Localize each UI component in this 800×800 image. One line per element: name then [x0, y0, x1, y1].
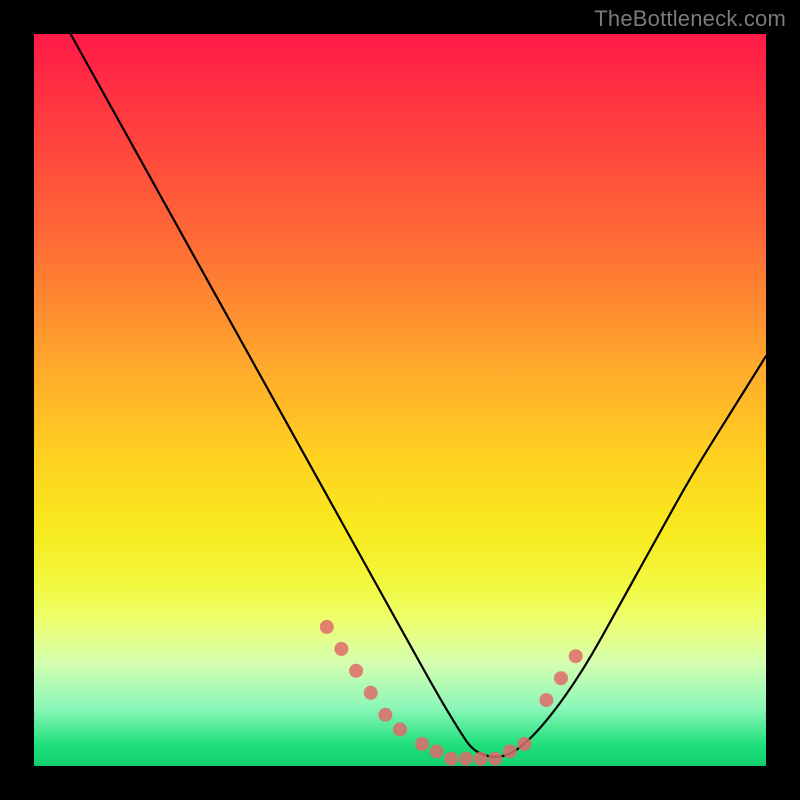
highlight-marker [488, 752, 502, 766]
highlight-marker [459, 752, 473, 766]
curve-svg [34, 34, 766, 766]
highlight-marker [349, 664, 363, 678]
highlight-marker [430, 744, 444, 758]
highlight-marker [444, 752, 458, 766]
highlight-marker [364, 686, 378, 700]
highlight-marker [393, 722, 407, 736]
highlight-marker [474, 752, 488, 766]
highlight-marker [334, 642, 348, 656]
chart-frame: TheBottleneck.com [0, 0, 800, 800]
highlight-marker [569, 649, 583, 663]
highlight-marker [554, 671, 568, 685]
highlight-marker [320, 620, 334, 634]
highlighted-points [320, 620, 583, 766]
watermark-text: TheBottleneck.com [594, 6, 786, 32]
bottleneck-curve [71, 34, 766, 757]
highlight-marker [517, 737, 531, 751]
highlight-marker [378, 708, 392, 722]
highlight-marker [539, 693, 553, 707]
plot-area [34, 34, 766, 766]
highlight-marker [415, 737, 429, 751]
highlight-marker [503, 744, 517, 758]
